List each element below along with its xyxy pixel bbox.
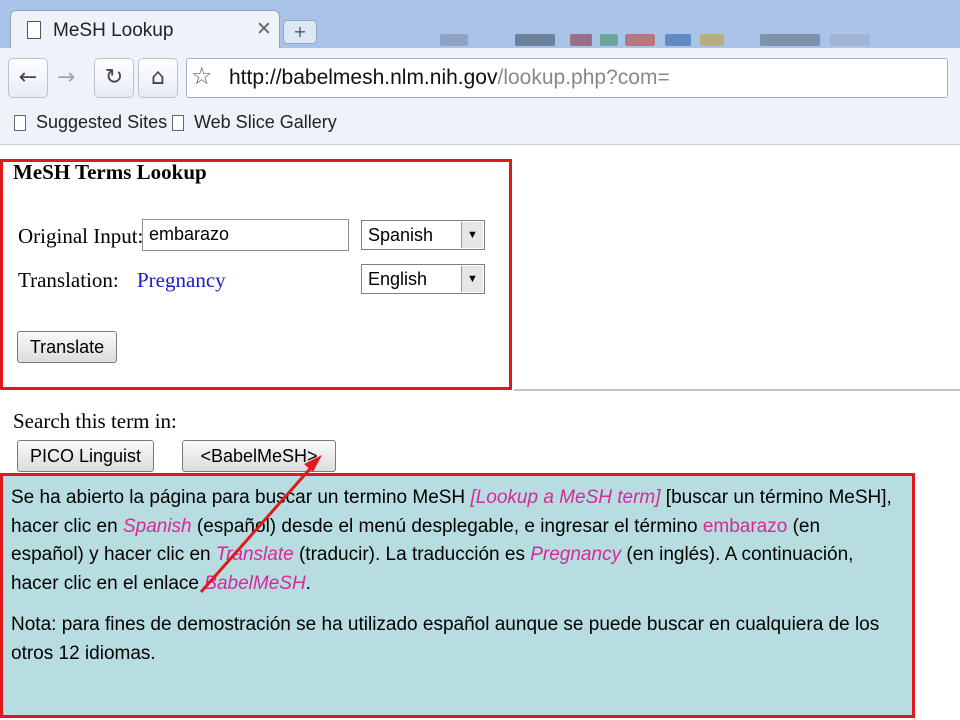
tab-strip: MeSH Lookup ✕ + <box>0 0 960 51</box>
home-icon[interactable]: ⌂ <box>138 58 178 98</box>
blurred-tab-decoration <box>665 34 691 46</box>
address-bar[interactable]: ☆ http://babelmesh.nlm.nih.gov/lookup.ph… <box>186 58 948 98</box>
back-icon[interactable]: ← <box>8 58 48 98</box>
forward-icon[interactable]: → <box>46 58 86 98</box>
page-icon <box>27 21 41 39</box>
highlight-box <box>0 159 512 390</box>
page-icon <box>172 115 184 131</box>
browser-toolbar: ← → ↻ ⌂ ☆ http://babelmesh.nlm.nih.gov/l… <box>0 48 960 108</box>
blurred-tab-decoration <box>440 34 468 46</box>
reload-icon[interactable]: ↻ <box>94 58 134 98</box>
new-tab-button[interactable]: + <box>283 20 317 44</box>
blurred-tab-decoration <box>700 34 724 46</box>
pico-linguist-button[interactable]: PICO Linguist <box>17 440 154 472</box>
blurred-tab-decoration <box>830 34 870 46</box>
url-text[interactable]: http://babelmesh.nlm.nih.gov/lookup.php?… <box>229 66 670 90</box>
blurred-tab-decoration <box>625 34 655 46</box>
annotation-paragraph-instructions: Se ha abierto la página para buscar un t… <box>11 487 892 594</box>
page-icon <box>14 115 26 131</box>
blurred-tab-decoration <box>515 34 555 46</box>
annotation-callout: Se ha abierto la página para buscar un t… <box>0 473 915 718</box>
bookmarks-bar: Suggested Sites Web Slice Gallery <box>0 108 960 145</box>
browser-tab[interactable]: MeSH Lookup ✕ <box>10 10 280 51</box>
blurred-tab-decoration <box>570 34 592 46</box>
babelmesh-button[interactable]: <BabelMeSH> <box>182 440 336 472</box>
annotation-paragraph-note: Nota: para fines de demostración se ha u… <box>11 614 880 664</box>
tab-title: MeSH Lookup <box>53 20 174 41</box>
bookmark-star-icon[interactable]: ☆ <box>191 62 213 90</box>
blurred-tab-decoration <box>760 34 820 46</box>
blurred-tab-decoration <box>600 34 618 46</box>
bookmark-suggested-sites[interactable]: Suggested Sites <box>14 112 167 133</box>
bookmark-web-slice-gallery[interactable]: Web Slice Gallery <box>172 112 337 133</box>
close-icon[interactable]: ✕ <box>256 18 272 40</box>
search-term-label: Search this term in: <box>13 409 177 433</box>
divider <box>514 389 960 391</box>
